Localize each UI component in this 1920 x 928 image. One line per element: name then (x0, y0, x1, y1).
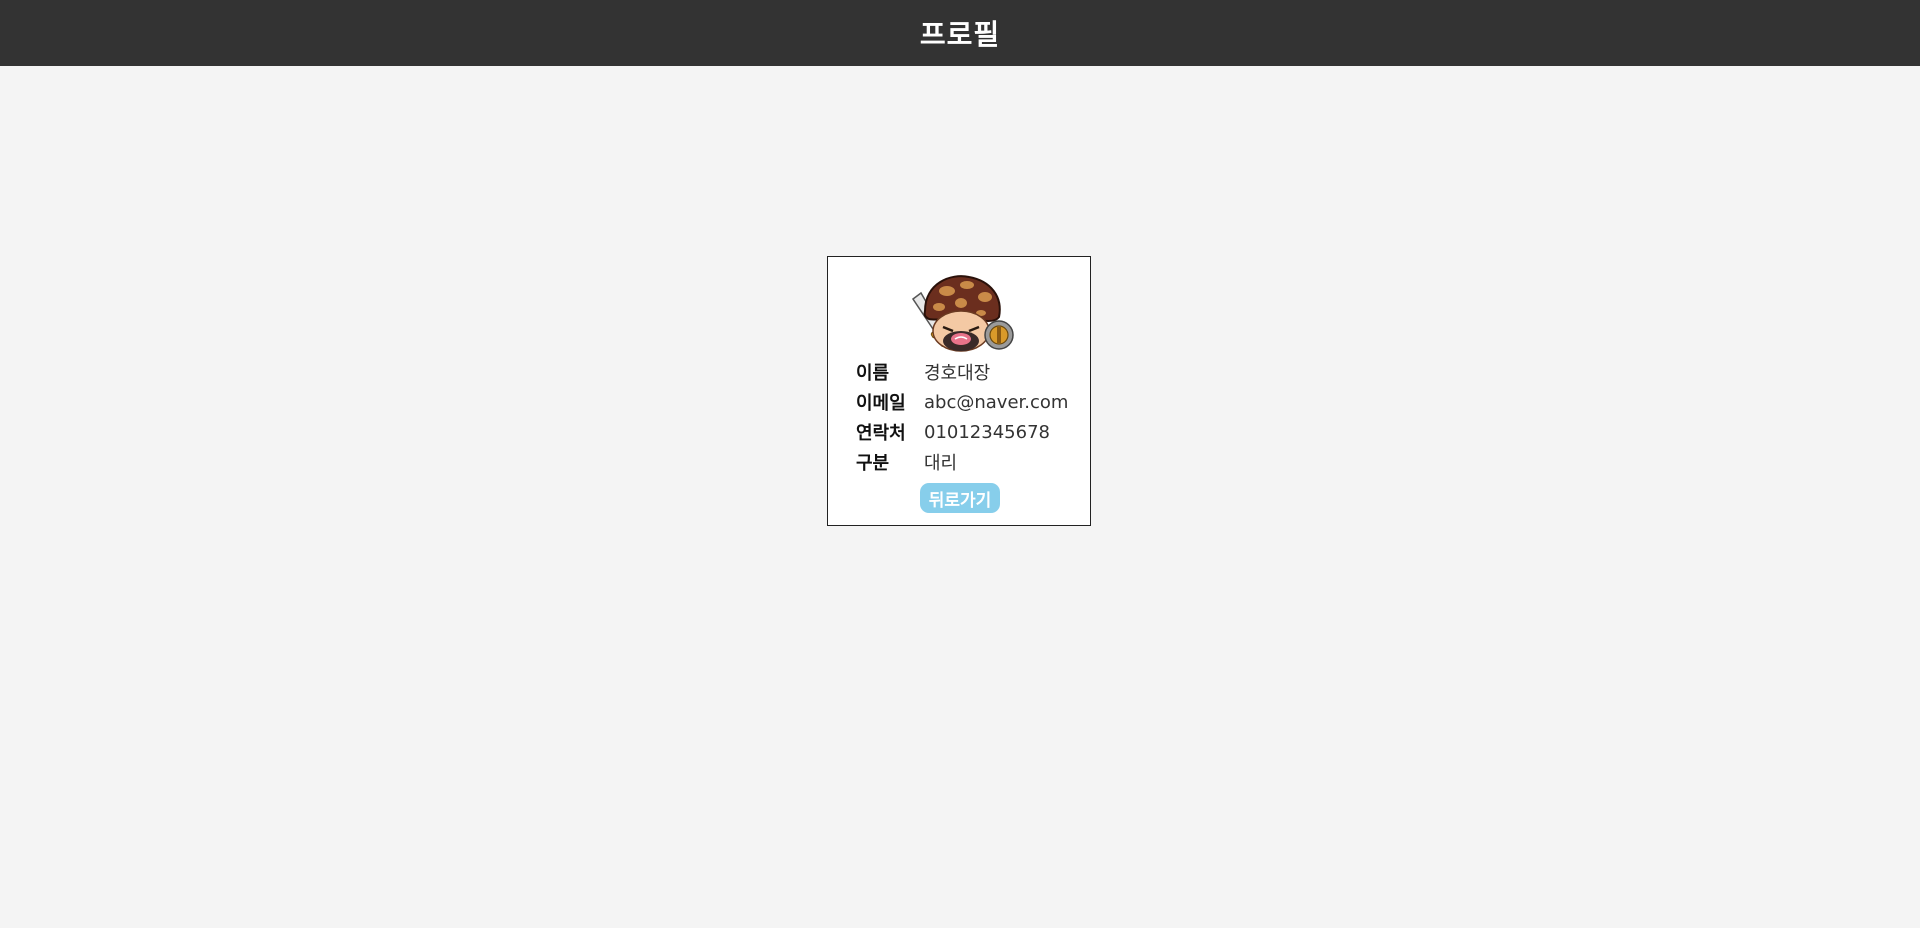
profile-row-email: 이메일 abc@naver.com (856, 387, 1068, 417)
page-title: 프로필 (919, 18, 1001, 51)
phone-label: 연락처 (856, 423, 906, 444)
mushroom-face (932, 310, 990, 352)
profile-row-position: 구분 대리 (856, 447, 1068, 477)
shield-icon (984, 320, 1014, 350)
top-bar: 프로필 (0, 0, 1920, 66)
name-value: 경호대장 (924, 363, 991, 384)
profile-card: 이름 경호대장 이메일 abc@naver.com 연락처 0101234567… (827, 256, 1091, 526)
profile-row-phone: 연락처 01012345678 (856, 417, 1068, 447)
back-button[interactable]: 뒤로가기 (920, 483, 1000, 513)
mushroom-warrior-icon (911, 275, 1014, 352)
profile-row-name: 이름 경호대장 (856, 357, 1068, 387)
position-value: 대리 (924, 453, 958, 474)
position-label: 구분 (856, 453, 890, 474)
name-label: 이름 (856, 363, 890, 384)
email-value: abc@naver.com (924, 391, 1069, 413)
profile-info: 이름 경호대장 이메일 abc@naver.com 연락처 0101234567… (856, 357, 1068, 477)
phone-value: 01012345678 (924, 421, 1050, 443)
email-label: 이메일 (856, 393, 906, 414)
